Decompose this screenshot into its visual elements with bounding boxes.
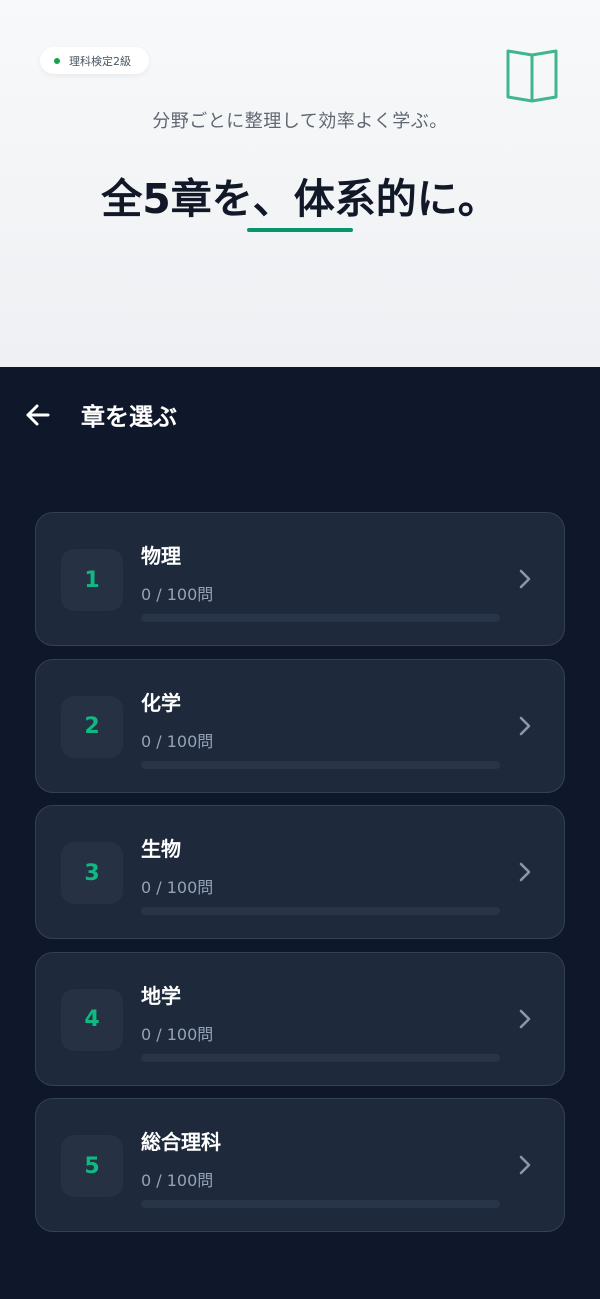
- status-dot: [54, 57, 60, 64]
- chevron-right-icon: [519, 569, 531, 589]
- chapter-progress-bar: [141, 760, 500, 769]
- level-badge: 理科検定2級: [40, 47, 149, 74]
- badge-label: 理科検定2級: [69, 54, 131, 68]
- chapter-card-2[interactable]: 2 化学 0 / 100問: [35, 658, 565, 793]
- chevron-right-icon: [519, 1155, 531, 1175]
- chapter-progress-text: 0 / 100問: [141, 878, 214, 897]
- chapter-progress-text: 0 / 100問: [141, 731, 214, 751]
- hero-subtitle: 分野ごとに整理して効率よく学ぶ。: [152, 111, 448, 132]
- chapter-select-section: 章を選ぶ 1 物理 0 / 100問 2 化学 0 / 100問 3 生物 0 / 100問 4 地…: [0, 367, 600, 1299]
- hero-section: 理科検定2級 分野ごとに整理して効率よく学ぶ。 全5章を、体系的に。: [0, 0, 600, 367]
- hero-headline: 全5章を、体系的に。: [101, 175, 499, 223]
- chapter-progress-text: 0 / 100問: [141, 585, 214, 604]
- chapter-list: 1 物理 0 / 100問 2 化学 0 / 100問 3 生物 0 / 100問 4 地学 0 / …: [35, 512, 565, 1245]
- page: 理科検定2級 分野ごとに整理して効率よく学ぶ。 全5章を、体系的に。 章を選ぶ …: [0, 0, 600, 1299]
- chapter-number: 5: [61, 1135, 123, 1197]
- chevron-right-icon: [519, 716, 531, 735]
- chapter-title: 生物: [141, 837, 181, 861]
- headline-underline: [247, 228, 353, 232]
- chapter-card-1[interactable]: 1 物理 0 / 100問: [35, 512, 565, 646]
- chevron-right-icon: [519, 862, 531, 882]
- chapter-progress-bar: [141, 1200, 500, 1208]
- chapter-progress-bar: [141, 614, 500, 622]
- chapter-number: 4: [61, 988, 123, 1051]
- page-title: 章を選ぶ: [81, 403, 177, 431]
- chevron-right-icon: [519, 1009, 531, 1028]
- chapter-card-5[interactable]: 5 総合理科 0 / 100問: [35, 1098, 565, 1232]
- chapter-number: 2: [61, 695, 123, 758]
- arrow-left-icon[interactable]: [23, 400, 53, 430]
- chapter-number: 1: [61, 549, 123, 611]
- chapter-progress-text: 0 / 100問: [141, 1024, 214, 1044]
- chapter-title: 地学: [141, 983, 181, 1008]
- chapter-number: 3: [61, 842, 123, 904]
- chapter-progress-text: 0 / 100問: [141, 1171, 214, 1190]
- chapter-card-3[interactable]: 3 生物 0 / 100問: [35, 805, 565, 939]
- chapter-title: 物理: [141, 544, 181, 568]
- chapter-progress-bar: [141, 1053, 500, 1062]
- chapter-title: 総合理科: [141, 1130, 221, 1154]
- chapter-card-4[interactable]: 4 地学 0 / 100問: [35, 951, 565, 1086]
- chapter-title: 化学: [141, 690, 181, 715]
- chapter-progress-bar: [141, 907, 500, 915]
- open-book-icon: [506, 49, 558, 103]
